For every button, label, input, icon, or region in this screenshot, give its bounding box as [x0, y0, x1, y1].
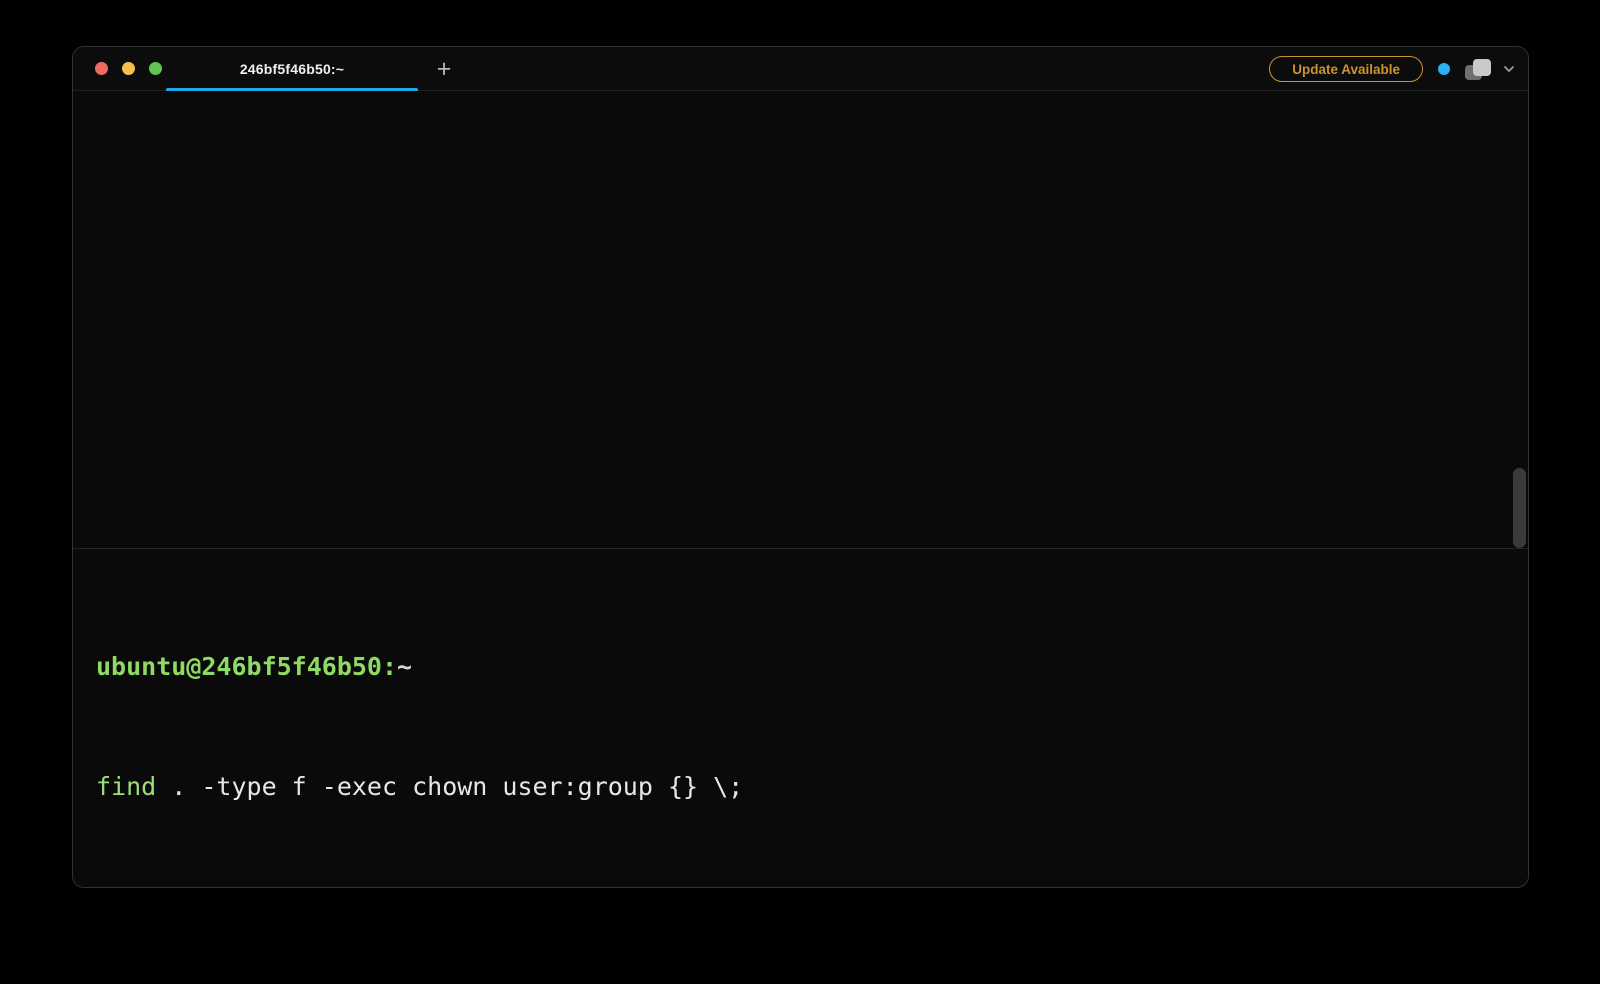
plus-icon: +: [437, 57, 452, 82]
notification-dot-icon: [1438, 63, 1450, 75]
tab-active[interactable]: 246bf5f46b50:~: [166, 47, 418, 91]
titlebar: 246bf5f46b50:~ + Update Available: [73, 47, 1528, 91]
titlebar-right-controls: Update Available: [1269, 47, 1516, 91]
update-available-label: Update Available: [1292, 62, 1400, 77]
command-program: find: [96, 772, 156, 801]
minimize-button[interactable]: [122, 62, 135, 75]
blocks-icon-front-square: [1473, 59, 1491, 76]
command-input-block[interactable]: ubuntu@246bf5f46b50:~ find . -type f -ex…: [73, 548, 1528, 887]
update-available-button[interactable]: Update Available: [1269, 56, 1423, 82]
traffic-lights: [73, 62, 162, 75]
prompt-path: ~: [397, 652, 412, 681]
new-tab-button[interactable]: +: [421, 47, 467, 91]
terminal-window: 246bf5f46b50:~ + Update Available: [72, 46, 1529, 888]
scrollbar-thumb[interactable]: [1513, 468, 1526, 548]
prompt-user-host: ubuntu@246bf5f46b50:: [96, 652, 397, 681]
close-button[interactable]: [95, 62, 108, 75]
blocks-icon[interactable]: [1465, 59, 1491, 80]
terminal-output-area[interactable]: [73, 91, 1528, 548]
chevron-down-icon[interactable]: [1502, 62, 1516, 76]
desktop-background: 246bf5f46b50:~ + Update Available: [0, 0, 1600, 984]
tab-title: 246bf5f46b50:~: [240, 61, 344, 77]
zoom-button[interactable]: [149, 62, 162, 75]
prompt-line: ubuntu@246bf5f46b50:~: [96, 647, 1528, 687]
command-args: . -type f -exec chown user:group {} \;: [156, 772, 743, 801]
command-line: find . -type f -exec chown user:group {}…: [96, 767, 1528, 807]
